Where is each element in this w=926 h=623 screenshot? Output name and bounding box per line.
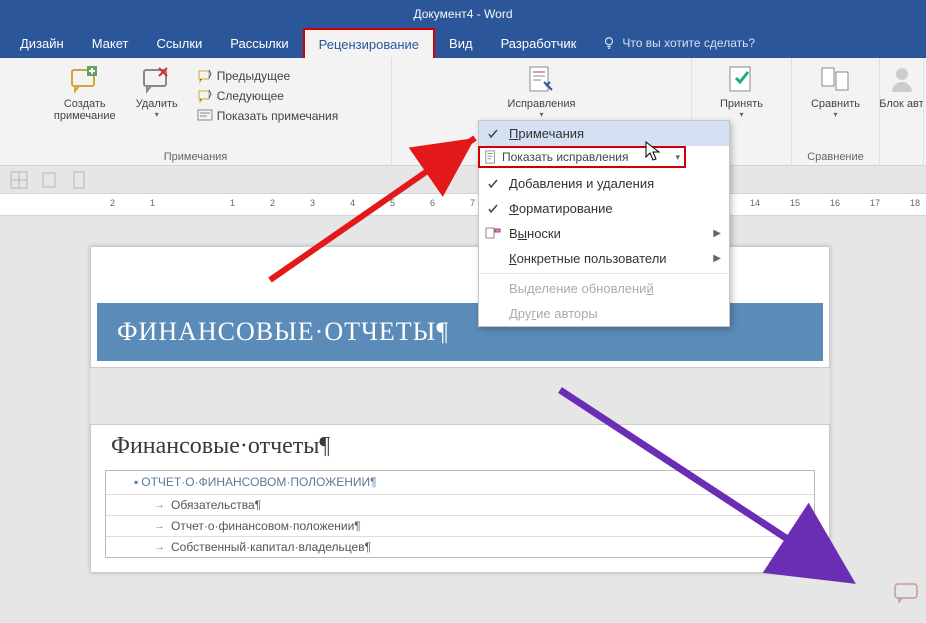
- tab-design[interactable]: Дизайн: [6, 28, 78, 58]
- tell-me[interactable]: Что вы хотите сделать?: [602, 36, 755, 50]
- group-comments-label: Примечания: [164, 151, 228, 165]
- compare-button[interactable]: Сравнить ▾: [800, 62, 872, 121]
- table-icon[interactable]: [10, 171, 28, 189]
- track-changes-icon: [526, 64, 558, 96]
- ribbon-tabs: Дизайн Макет Ссылки Рассылки Рецензирова…: [0, 28, 926, 58]
- new-comment-icon: [69, 64, 101, 96]
- group-compare: Сравнить ▾ Сравнение: [792, 58, 880, 165]
- tab-review[interactable]: Рецензирование: [303, 28, 435, 58]
- menu-balloons[interactable]: Выноски ▶: [479, 221, 729, 246]
- menu-comments[interactable]: Примечания: [479, 121, 729, 146]
- prev-comment-button[interactable]: Предыдущее: [193, 66, 294, 86]
- tab-layout[interactable]: Макет: [78, 28, 143, 58]
- submenu-arrow-icon: ▶: [713, 228, 721, 239]
- menu-separator: [479, 273, 729, 274]
- accept-button[interactable]: Принять ▾: [706, 62, 778, 121]
- new-comment-button[interactable]: Создать примечание: [49, 62, 121, 124]
- menu-people[interactable]: Конкретные пользователи ▶: [479, 246, 729, 271]
- group-changes-label: [740, 151, 743, 165]
- mouse-cursor-icon: [644, 140, 662, 162]
- compare-label: Сравнить: [811, 98, 860, 110]
- page-width-icon[interactable]: [40, 171, 58, 189]
- menu-balloons-label: носки: [527, 226, 561, 241]
- block-authors-button[interactable]: Блок авт: [880, 62, 924, 112]
- toc-row-4[interactable]: Собственный·капитал·владельцев¶: [171, 540, 371, 554]
- toc-row-1[interactable]: ОТЧЕТ·О·ФИНАНСОВОМ·ПОЛОЖЕНИИ¶: [141, 475, 376, 489]
- delete-comment-label: Удалить: [136, 98, 178, 110]
- page-icon[interactable]: [70, 171, 88, 189]
- next-comment-icon: [197, 88, 213, 104]
- menu-insdel[interactable]: Добавления и удаления: [479, 171, 729, 196]
- next-comment-button[interactable]: Следующее: [193, 86, 288, 106]
- annotation-red-arrow: [260, 110, 490, 290]
- tab-developer[interactable]: Разработчик: [487, 28, 591, 58]
- menu-comments-label: римечания: [518, 126, 584, 141]
- group-protect: Блок авт: [880, 58, 924, 165]
- menu-highlight: Выделение обновлений: [479, 276, 729, 301]
- track-changes-button[interactable]: Исправления ▾: [506, 62, 578, 121]
- delete-comment-button[interactable]: Удалить ▾: [121, 62, 193, 121]
- menu-formatting-label: орматирование: [519, 201, 613, 216]
- tell-me-label: Что вы хотите сделать?: [622, 36, 755, 50]
- new-comment-label: Создать примечание: [51, 98, 119, 122]
- track-changes-label: Исправления: [508, 98, 576, 110]
- submenu-arrow-icon: ▶: [713, 253, 721, 264]
- person-icon: [886, 64, 918, 96]
- accept-icon: [726, 64, 758, 96]
- delete-comment-icon: [141, 64, 173, 96]
- show-markup-label: Показать исправления: [502, 150, 629, 164]
- show-comments-icon: [197, 108, 213, 124]
- menu-insdel-label: обавления и удаления: [518, 176, 654, 191]
- toc-row-3[interactable]: Отчет·о·финансовом·положении¶: [171, 519, 361, 533]
- group-compare-label: Сравнение: [807, 151, 864, 165]
- block-authors-label: Блок авт: [880, 98, 924, 110]
- title-bar: Документ4 - Word: [0, 0, 926, 28]
- prev-comment-label: Предыдущее: [217, 69, 290, 83]
- menu-people-label: онкретные пользователи: [517, 251, 667, 266]
- menu-others: Другие авторы: [479, 301, 729, 326]
- menu-formatting[interactable]: Форматирование: [479, 196, 729, 221]
- chevron-down-icon: ▾: [675, 152, 680, 163]
- menu-highlight-label: Выделение обновлений: [509, 281, 654, 296]
- accept-label: Принять: [720, 98, 763, 110]
- menu-others-label: Другие авторы: [509, 306, 598, 321]
- annotation-purple-arrow: [550, 380, 870, 600]
- tab-references[interactable]: Ссылки: [143, 28, 217, 58]
- compare-icon: [820, 64, 852, 96]
- tab-mailings[interactable]: Рассылки: [216, 28, 302, 58]
- lightbulb-icon: [602, 36, 616, 50]
- window-title: Документ4 - Word: [413, 7, 512, 21]
- toc-row-2[interactable]: Обязательства¶: [171, 498, 261, 512]
- prev-comment-icon: [197, 68, 213, 84]
- tab-view[interactable]: Вид: [435, 28, 487, 58]
- comment-marker-icon[interactable]: [894, 583, 918, 603]
- next-comment-label: Следующее: [217, 89, 284, 103]
